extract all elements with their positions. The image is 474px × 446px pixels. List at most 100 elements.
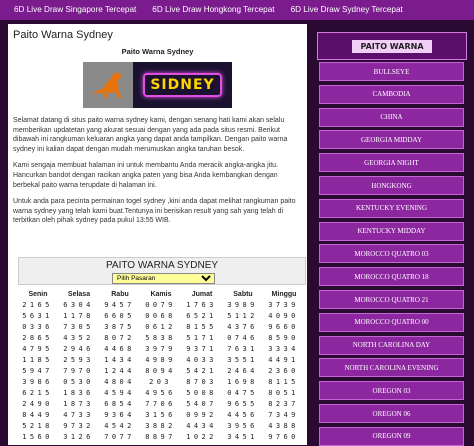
result-cell[interactable]: 7305 <box>59 322 98 333</box>
result-cell[interactable]: 0475 <box>223 388 262 399</box>
result-cell[interactable]: 8115 <box>264 377 303 388</box>
result-cell[interactable]: 0992 <box>182 410 221 421</box>
result-cell[interactable]: 3156 <box>141 410 180 421</box>
result-cell[interactable]: 2464 <box>223 366 262 377</box>
result-cell[interactable]: 8590 <box>264 333 303 344</box>
sidebar-item[interactable]: CAMBODIA <box>319 84 464 104</box>
result-cell[interactable]: 5631 <box>18 311 57 322</box>
result-cell[interactable]: 1434 <box>100 355 139 366</box>
sidebar-item[interactable]: KENTUCKY MIDDAY <box>319 221 464 241</box>
result-cell[interactable]: 0068 <box>141 311 180 322</box>
result-cell[interactable]: 6605 <box>100 311 139 322</box>
result-cell[interactable]: 4376 <box>223 322 262 333</box>
result-cell[interactable]: 6215 <box>18 388 57 399</box>
sidebar-item[interactable]: KENTUCKY EVENING <box>319 198 464 218</box>
result-cell[interactable]: 8051 <box>264 388 303 399</box>
result-cell[interactable]: 2360 <box>264 366 303 377</box>
result-cell[interactable]: 203 <box>141 377 180 388</box>
result-cell[interactable]: 8449 <box>18 410 57 421</box>
result-cell[interactable]: 2593 <box>59 355 98 366</box>
sidebar-item[interactable]: NORTH CAROLINA EVENING <box>319 358 464 378</box>
result-cell[interactable]: 8155 <box>182 322 221 333</box>
market-select[interactable]: Pilih Pasaran <box>112 273 215 284</box>
result-cell[interactable]: 3451 <box>223 432 262 443</box>
result-cell[interactable]: 0746 <box>223 333 262 344</box>
result-cell[interactable]: 5407 <box>182 399 221 410</box>
sidebar-item[interactable]: GEORGIA NIGHT <box>319 153 464 173</box>
result-cell[interactable]: 0079 <box>141 300 180 311</box>
result-cell[interactable]: 1022 <box>182 432 221 443</box>
result-cell[interactable]: 7706 <box>141 399 180 410</box>
result-cell[interactable]: 5838 <box>141 333 180 344</box>
result-cell[interactable]: 7631 <box>223 344 262 355</box>
result-cell[interactable]: 0612 <box>141 322 180 333</box>
result-cell[interactable]: 1185 <box>18 355 57 366</box>
sidebar-item[interactable]: CHINA <box>319 107 464 127</box>
result-cell[interactable]: 4956 <box>141 388 180 399</box>
result-cell[interactable]: 4033 <box>182 355 221 366</box>
result-cell[interactable]: 6854 <box>100 399 139 410</box>
result-cell[interactable]: 8072 <box>100 333 139 344</box>
result-cell[interactable]: 3126 <box>59 432 98 443</box>
sidebar-item[interactable]: MOROCCO QUATRO 00 <box>319 312 464 332</box>
result-cell[interactable]: 4434 <box>182 421 221 432</box>
result-cell[interactable]: 5218 <box>18 421 57 432</box>
result-cell[interactable]: 2165 <box>18 300 57 311</box>
result-cell[interactable]: 4804 <box>100 377 139 388</box>
result-cell[interactable]: 1560 <box>18 432 57 443</box>
result-cell[interactable]: 4542 <box>100 421 139 432</box>
result-cell[interactable]: 9760 <box>264 432 303 443</box>
result-cell[interactable]: 3986 <box>18 377 57 388</box>
sidebar-item[interactable]: NORTH CAROLINA DAY <box>319 335 464 355</box>
sidebar-item[interactable]: BULLSEYE <box>319 62 464 81</box>
result-cell[interactable]: 1178 <box>59 311 98 322</box>
result-cell[interactable]: 5008 <box>182 388 221 399</box>
result-cell[interactable]: 4989 <box>141 355 180 366</box>
result-cell[interactable]: 3979 <box>141 344 180 355</box>
result-cell[interactable]: 3739 <box>264 300 303 311</box>
result-cell[interactable]: 5421 <box>182 366 221 377</box>
result-cell[interactable]: 2490 <box>18 399 57 410</box>
result-cell[interactable]: 1698 <box>223 377 262 388</box>
result-cell[interactable]: 9457 <box>100 300 139 311</box>
result-cell[interactable]: 5947 <box>18 366 57 377</box>
result-cell[interactable]: 8094 <box>141 366 180 377</box>
result-cell[interactable]: 1244 <box>100 366 139 377</box>
nav-link-hongkong[interactable]: 6D Live Draw Hongkong Tercepat <box>144 0 282 20</box>
result-cell[interactable]: 3882 <box>141 421 180 432</box>
nav-link-sydney[interactable]: 6D Live Draw Sydney Tercepat <box>283 0 411 20</box>
result-cell[interactable]: 3989 <box>223 300 262 311</box>
result-cell[interactable]: 3956 <box>223 421 262 432</box>
sidebar-item[interactable]: OREGON 09 <box>319 426 464 446</box>
result-cell[interactable]: 8897 <box>141 432 180 443</box>
result-cell[interactable]: 4352 <box>59 333 98 344</box>
result-cell[interactable]: 2865 <box>18 333 57 344</box>
result-cell[interactable]: 9655 <box>223 399 262 410</box>
result-cell[interactable]: 9371 <box>182 344 221 355</box>
sidebar-item[interactable]: HONGKONG <box>319 176 464 195</box>
sidebar-item[interactable]: MOROCCO QUATRO 18 <box>319 267 464 287</box>
result-cell[interactable]: 1763 <box>182 300 221 311</box>
result-cell[interactable]: 3875 <box>100 322 139 333</box>
result-cell[interactable]: 9364 <box>100 410 139 421</box>
sidebar-item[interactable]: GEORGIA MIDDAY <box>319 130 464 150</box>
result-cell[interactable]: 0336 <box>18 322 57 333</box>
result-cell[interactable]: 7077 <box>100 432 139 443</box>
result-cell[interactable]: 4733 <box>59 410 98 421</box>
result-cell[interactable]: 3551 <box>223 355 262 366</box>
result-cell[interactable]: 9660 <box>264 322 303 333</box>
sidebar-item[interactable]: MOROCCO QUATRO 21 <box>319 290 464 309</box>
result-cell[interactable]: 4456 <box>223 410 262 421</box>
sidebar-item[interactable]: MOROCCO QUATRO 03 <box>319 244 464 264</box>
result-cell[interactable]: 4388 <box>264 421 303 432</box>
result-cell[interactable]: 7349 <box>264 410 303 421</box>
result-cell[interactable]: 4795 <box>18 344 57 355</box>
result-cell[interactable]: 3334 <box>264 344 303 355</box>
result-cell[interactable]: 6521 <box>182 311 221 322</box>
result-cell[interactable]: 0530 <box>59 377 98 388</box>
nav-link-singapore[interactable]: 6D Live Draw Singapore Tercepat <box>6 0 144 20</box>
result-cell[interactable]: 4090 <box>264 311 303 322</box>
result-cell[interactable]: 6304 <box>59 300 98 311</box>
result-cell[interactable]: 1873 <box>59 399 98 410</box>
result-cell[interactable]: 9732 <box>59 421 98 432</box>
